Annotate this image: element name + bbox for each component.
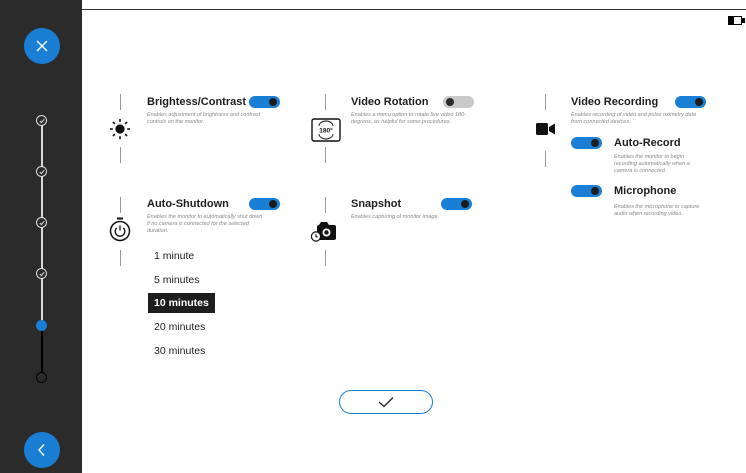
auto-record-toggle[interactable] [571,137,602,149]
rotation-description: Enables a menu option to rotate live vid… [351,112,466,125]
rotate-icon-label: 180° [319,127,333,135]
snapshot-description: Enables capturing of monitor image. [351,214,440,220]
divider-recording-top [545,94,546,110]
divider-rotation-bottom [325,147,326,163]
check-icon [38,271,45,276]
divider-shutdown-bottom [120,250,121,266]
step-1-complete [36,115,47,126]
divider-snapshot-bottom [325,250,326,266]
shutdown-description: Enables the monitor to automatically shu… [147,214,263,234]
battery-icon [728,16,742,25]
battery-tip [742,18,745,23]
duration-option[interactable]: 20 minutes [148,317,211,337]
divider-recording-bottom [545,151,546,167]
back-button[interactable] [24,432,60,468]
brightness-title: Brightess/Contrast [147,96,247,108]
divider-shutdown-top [120,197,121,213]
snapshot-title: Snapshot [351,198,402,210]
sidebar [0,0,82,473]
confirm-button[interactable] [339,390,433,414]
close-icon [36,40,48,52]
divider-brightness-top [120,94,121,110]
step-4-complete [36,268,47,279]
microphone-toggle[interactable] [571,185,602,197]
shutdown-toggle[interactable] [249,198,280,210]
step-5-current [36,320,47,331]
snapshot-toggle[interactable] [441,198,472,210]
step-3-complete [36,217,47,228]
recording-description: Enables recording of video and pulse oxi… [571,112,697,125]
shutdown-title: Auto-Shutdown [147,198,229,210]
header-divider [82,9,746,10]
check-icon [38,220,45,225]
divider-snapshot-top [325,197,326,213]
step-2-complete [36,166,47,177]
recording-title: Video Recording [571,96,659,108]
check-icon [38,169,45,174]
chevron-left-icon [38,444,45,456]
rotation-toggle[interactable] [443,96,474,108]
step-6-pending [36,372,47,383]
progress-line-remaining [41,326,43,378]
recording-toggle[interactable] [675,96,706,108]
camera-timer-icon [310,222,336,242]
brightness-description: Enables adjustment of brightness and con… [147,112,261,125]
duration-option[interactable]: 1 minute [148,246,200,266]
video-camera-icon [536,123,555,135]
rotate-180-icon: 180° [311,118,341,142]
power-timer-icon [109,217,131,242]
auto-record-description: Enables the monitor to begin recording a… [614,154,690,174]
microphone-description: Enables the microphone to capture audio … [614,204,700,217]
microphone-title: Microphone [614,185,677,197]
brightness-toggle[interactable] [249,96,280,108]
rotation-title: Video Rotation [351,96,429,108]
sun-icon [110,119,130,139]
divider-brightness-bottom [120,147,121,163]
duration-option[interactable]: 5 minutes [148,270,206,290]
duration-option[interactable]: 30 minutes [148,341,211,361]
duration-option-selected[interactable]: 10 minutes [148,293,215,313]
checkmark-icon [378,397,394,408]
close-button[interactable] [24,28,60,64]
auto-record-title: Auto-Record [614,137,681,149]
check-icon [38,118,45,123]
divider-rotation-top [325,94,326,110]
